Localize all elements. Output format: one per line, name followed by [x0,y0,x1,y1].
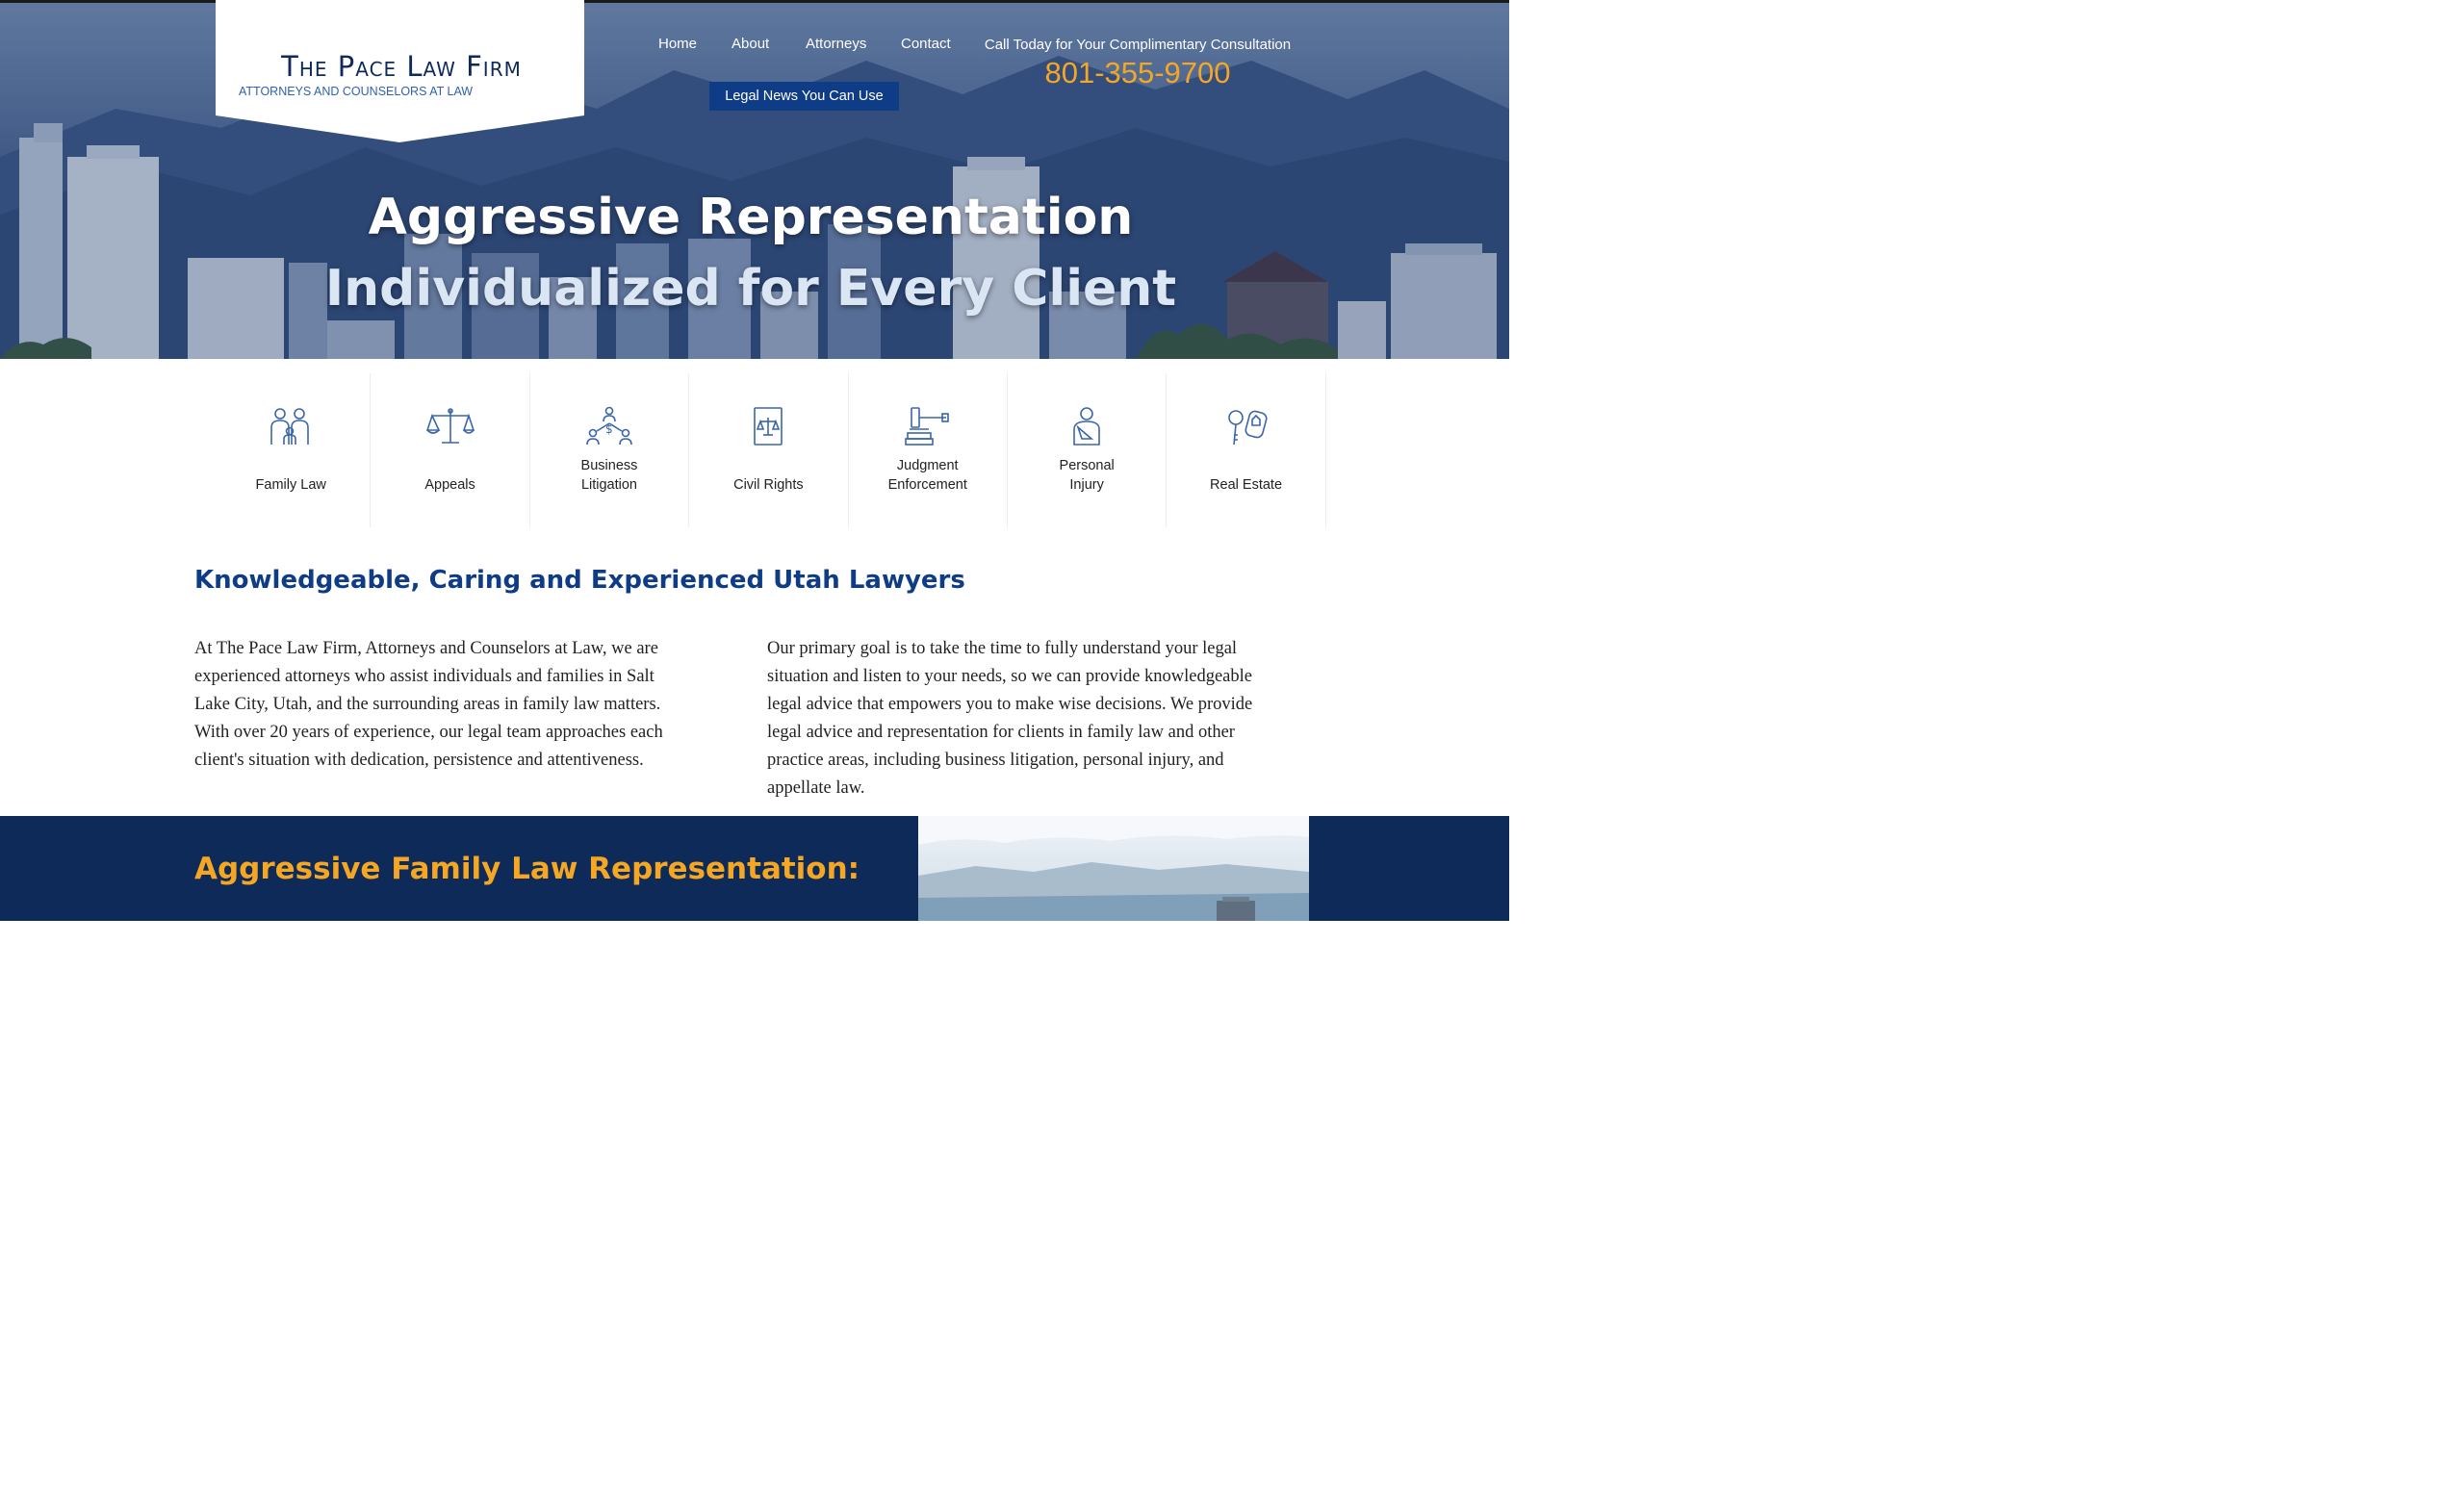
practice-area-label: Family Law [255,477,326,493]
practice-area-label: Real Estate [1210,477,1283,493]
practice-area-family-law[interactable]: Family Law [212,373,372,527]
logo-subtitle: ATTORNEYS AND COUNSELORS AT LAW [239,85,474,98]
consultation-text: Call Today for Your Complimentary Consul… [984,37,1292,53]
logo-title: The Pace Law Firm [281,50,522,83]
nav-contact[interactable]: Contact [901,36,951,52]
nav-home[interactable]: Home [658,36,697,52]
gavel-icon [904,407,949,446]
practice-area-real-estate[interactable]: Real Estate [1167,373,1326,527]
family-icon [270,408,309,445]
practice-area-appeals[interactable]: Appeals [371,373,530,527]
hero-headline: Aggressive Representation [368,189,1134,246]
practice-area-label: Personal Injury [1059,458,1115,493]
nav-legal-news-button[interactable]: Legal News You Can Use [709,82,899,111]
intro-paragraph-left: At The Pace Law Firm, Attorneys and Coun… [194,639,663,770]
practice-area-business-litigation[interactable]: $ Business Litigation [530,373,690,527]
practice-area-civil-rights[interactable]: Civil Rights [689,373,849,527]
city-aerial-image [918,816,1309,921]
family-law-heading: Aggressive Family Law Representation: [194,852,860,886]
practice-area-label: Judgment Enforcement [887,458,967,493]
business-icon: $ [586,406,632,446]
practice-areas: Family Law Appeals $ BusinessLitigation [212,373,1326,527]
injured-person-icon [1073,407,1100,446]
practice-area-label: Business Litigation [580,458,638,493]
nav-about[interactable]: About [732,36,769,52]
intro-paragraph-right: Our primary goal is to take the time to … [767,639,1253,798]
site-logo[interactable]: The Pace Law Firm ATTORNEYS AND COUNSELO… [216,0,584,142]
practice-area-label: Civil Rights [733,477,804,493]
practice-area-personal-injury[interactable]: Personal Injury [1008,373,1168,527]
intro-heading: Knowledgeable, Caring and Experienced Ut… [194,566,965,595]
practice-area-judgment-enforcement[interactable]: Judgment Enforcement [849,373,1008,527]
civil-rights-book-icon [754,407,783,446]
hero-subheadline: Individualized for Every Client [324,260,1177,318]
phone-number-link[interactable]: 801-355-9700 [962,56,1313,90]
house-keys-icon [1227,410,1268,446]
practice-area-label: Appeals [424,477,475,493]
nav-attorneys[interactable]: Attorneys [806,36,866,52]
scales-icon [425,408,475,444]
